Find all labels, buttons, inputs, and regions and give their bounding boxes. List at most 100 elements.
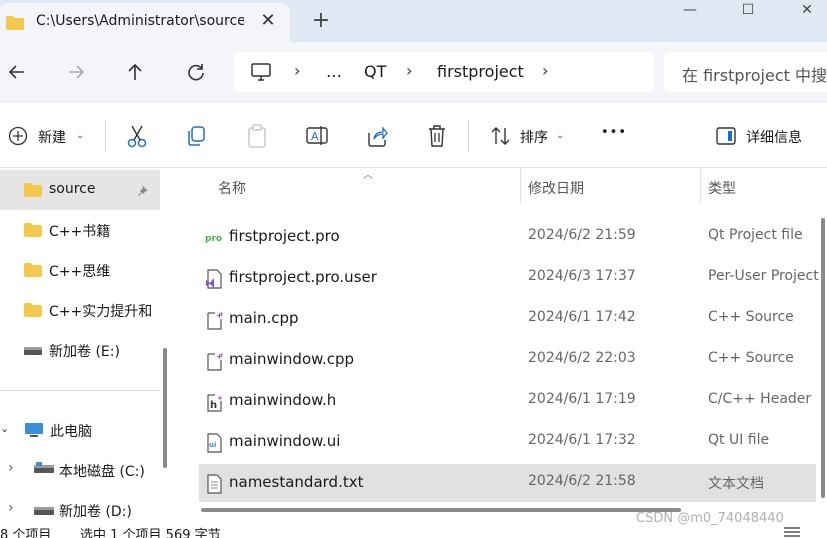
file-date: 2024/6/3 17:37 bbox=[528, 268, 636, 284]
cpp-file-icon: + + bbox=[207, 311, 223, 330]
chevron-down-icon[interactable]: ⌄ bbox=[0, 422, 9, 435]
sidebar-item-label: C++书籍 bbox=[49, 224, 111, 240]
sidebar-item-cpp-books[interactable]: C++书籍 bbox=[0, 210, 160, 250]
file-type: C++ Source bbox=[708, 309, 794, 325]
plus-circle-icon bbox=[8, 126, 28, 146]
computer-icon bbox=[251, 63, 271, 81]
sidebar-item-drive-d[interactable]: › 新加卷 (D:) bbox=[0, 490, 160, 520]
rename-icon[interactable]: A bbox=[306, 123, 328, 149]
share-icon[interactable] bbox=[366, 123, 388, 149]
pro-file-icon: pro bbox=[205, 234, 222, 244]
drive-icon bbox=[34, 507, 54, 515]
more-options-button[interactable]: ••• bbox=[601, 125, 627, 151]
sidebar-item-source[interactable]: source bbox=[0, 170, 160, 210]
new-tab-button[interactable]: + bbox=[309, 9, 333, 33]
search-box[interactable]: 在 firstproject 中搜 bbox=[664, 52, 827, 92]
window-close-button[interactable]: ✕ bbox=[787, 2, 827, 26]
sidebar-item-this-pc[interactable]: ⌄ 此电脑 bbox=[0, 410, 160, 450]
file-row[interactable]: pro firstproject.pro 2024/6/2 21:59 Qt P… bbox=[199, 218, 816, 256]
file-name: mainwindow.ui bbox=[229, 432, 341, 450]
sidebar-item-label: 新加卷 (E:) bbox=[49, 344, 120, 360]
details-view-icon[interactable] bbox=[782, 526, 802, 538]
sidebar-item-drive-e[interactable]: 新加卷 (E:) bbox=[0, 330, 160, 370]
chevron-right-icon[interactable]: › bbox=[542, 61, 548, 80]
tab-source[interactable]: C:\Users\Administrator\source ✕ bbox=[0, 3, 290, 42]
column-header-type[interactable]: 类型 bbox=[708, 178, 736, 198]
minimize-button[interactable]: — bbox=[670, 2, 710, 26]
breadcrumb-firstproject[interactable]: firstproject bbox=[437, 62, 524, 81]
chevron-down-icon: ⌄ bbox=[556, 130, 565, 141]
tab-title: C:\Users\Administrator\source bbox=[36, 13, 244, 29]
sidebar-item-cpp-improve[interactable]: C++实力提升和 bbox=[0, 290, 160, 330]
forward-icon[interactable] bbox=[61, 57, 91, 87]
column-divider[interactable] bbox=[700, 168, 701, 204]
file-row[interactable]: firstproject.pro.user 2024/6/3 17:37 Per… bbox=[199, 259, 819, 297]
folder-icon bbox=[24, 303, 42, 317]
maximize-button[interactable]: ☐ bbox=[728, 2, 768, 26]
vertical-scrollbar[interactable] bbox=[821, 218, 825, 498]
file-row[interactable]: ui mainwindow.ui 2024/6/1 17:32 Qt UI fi… bbox=[199, 423, 816, 461]
sidebar-item-cpp-thinking[interactable]: C++思维 bbox=[0, 250, 160, 290]
breadcrumb-more[interactable]: … bbox=[326, 62, 342, 81]
up-icon[interactable] bbox=[120, 57, 150, 87]
delete-icon[interactable] bbox=[426, 123, 448, 149]
details-pane-icon bbox=[716, 127, 736, 145]
file-name: firstproject.pro.user bbox=[229, 268, 377, 286]
chevron-right-icon[interactable]: › bbox=[8, 460, 14, 476]
column-divider[interactable] bbox=[520, 168, 521, 204]
svg-text:+: + bbox=[217, 394, 223, 402]
address-bar[interactable]: › … QT › firstproject › bbox=[234, 52, 654, 92]
chevron-right-icon[interactable]: › bbox=[8, 500, 14, 516]
file-type: C/C++ Header bbox=[708, 391, 812, 407]
sidebar-divider bbox=[0, 390, 160, 391]
paste-icon[interactable] bbox=[246, 123, 268, 149]
column-header-name[interactable]: 名称 bbox=[218, 178, 246, 198]
file-type: Qt UI file bbox=[708, 432, 770, 448]
back-icon[interactable] bbox=[2, 57, 32, 87]
toolbar-divider bbox=[105, 120, 106, 152]
copy-icon[interactable] bbox=[186, 123, 208, 149]
tab-close-icon[interactable]: ✕ bbox=[258, 11, 278, 31]
pin-icon[interactable] bbox=[138, 184, 150, 196]
breadcrumb-qt[interactable]: QT bbox=[364, 62, 386, 81]
file-type: C++ Source bbox=[708, 350, 794, 366]
folder-icon bbox=[24, 223, 42, 237]
cut-icon[interactable] bbox=[126, 123, 148, 149]
horizontal-scrollbar[interactable] bbox=[201, 508, 681, 512]
file-date: 2024/6/1 17:42 bbox=[528, 309, 636, 325]
file-row-selected[interactable]: namestandard.txt 2024/6/2 21:58 文本文档 bbox=[199, 464, 816, 502]
file-name: firstproject.pro bbox=[229, 227, 340, 245]
svg-text:+: + bbox=[219, 311, 223, 318]
txt-file-icon bbox=[207, 474, 222, 494]
title-bar: C:\Users\Administrator\source ✕ + — ☐ ✕ bbox=[0, 0, 827, 42]
sort-button[interactable]: 排序 ⌄ bbox=[490, 123, 570, 149]
sidebar-item-drive-c[interactable]: › 本地磁盘 (C:) bbox=[0, 450, 160, 490]
sidebar-item-label: 新加卷 (D:) bbox=[59, 504, 132, 520]
file-type: 文本文档 bbox=[708, 476, 764, 492]
new-button[interactable]: 新建 ⌄ bbox=[8, 123, 88, 149]
file-row[interactable]: h + mainwindow.h 2024/6/1 17:19 C/C++ He… bbox=[199, 382, 816, 420]
file-date: 2024/6/2 21:59 bbox=[528, 227, 636, 243]
file-type: Per-User Project bbox=[708, 268, 819, 284]
item-count: 8 个项目 bbox=[0, 528, 52, 538]
details-button[interactable]: 详细信息 bbox=[716, 123, 816, 149]
sort-label: 排序 bbox=[520, 130, 548, 146]
file-date: 2024/6/1 17:32 bbox=[528, 432, 636, 448]
chevron-right-icon: › bbox=[406, 61, 413, 80]
toolbar-divider bbox=[468, 120, 469, 152]
navigation-pane: source C++书籍 C++思维 C++实力提升和 新加卷 (E:) ⌄ 此… bbox=[0, 168, 175, 520]
column-header-date[interactable]: 修改日期 bbox=[528, 178, 584, 198]
user-file-icon bbox=[206, 269, 222, 289]
sort-ascending-icon: ︿ bbox=[363, 170, 373, 181]
folder-icon bbox=[24, 183, 42, 197]
file-name: namestandard.txt bbox=[229, 473, 364, 491]
file-row[interactable]: + + main.cpp 2024/6/1 17:42 C++ Source bbox=[199, 300, 816, 338]
sort-icon bbox=[491, 127, 510, 145]
svg-text:ui: ui bbox=[209, 441, 216, 449]
file-name: mainwindow.h bbox=[229, 391, 337, 409]
refresh-icon[interactable] bbox=[181, 57, 211, 87]
sidebar-scrollbar[interactable] bbox=[163, 348, 167, 468]
file-row[interactable]: + + mainwindow.cpp 2024/6/2 22:03 C++ So… bbox=[199, 341, 816, 379]
file-list: ︿ 名称 修改日期 类型 pro firstproject.pro 2024/6… bbox=[177, 168, 827, 520]
file-date: 2024/6/2 22:03 bbox=[528, 350, 636, 366]
